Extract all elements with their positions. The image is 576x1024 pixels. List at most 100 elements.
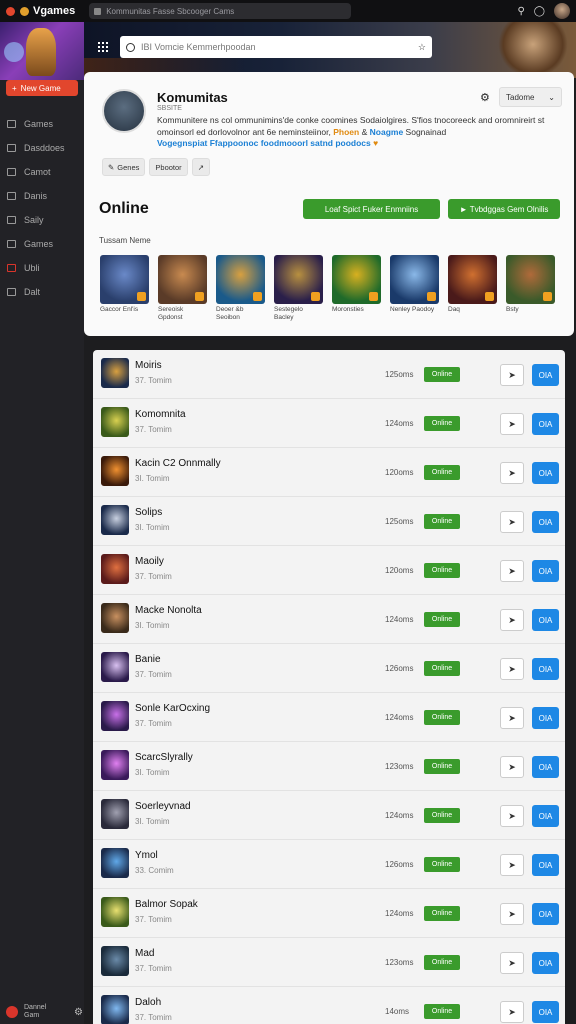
- sidebar-item-label: Ubli: [24, 263, 40, 273]
- desc-ampersand: &: [359, 127, 370, 137]
- featured-game-thumb[interactable]: Daq: [448, 255, 497, 322]
- status-badge: Online: [424, 563, 460, 578]
- search-icon[interactable]: ⚲: [517, 6, 524, 17]
- gear-icon[interactable]: ⚙: [480, 91, 490, 104]
- join-server-button[interactable]: OIA: [532, 903, 559, 925]
- chat-icon: ✎: [108, 162, 115, 172]
- server-row[interactable]: Ymol 33. Comim 126oms Online ➤ OIA: [93, 840, 565, 889]
- sidebar-item-camot[interactable]: Camot: [0, 160, 84, 184]
- featured-game-thumb[interactable]: Nenley Paodoy: [390, 255, 439, 322]
- sidebar-item-label: Camot: [24, 167, 51, 177]
- join-server-button[interactable]: OIA: [532, 658, 559, 680]
- new-game-button[interactable]: + New Game: [6, 80, 78, 96]
- featured-game-thumb[interactable]: Sereoisk Gpdonst: [158, 255, 207, 322]
- send-icon[interactable]: ➤: [500, 805, 524, 827]
- server-row[interactable]: ScarcSlyrally 3I. Tomim 123oms Online ➤ OIA: [93, 742, 565, 791]
- join-server-button[interactable]: OIA: [532, 511, 559, 533]
- featured-game-thumb[interactable]: Sestegelo Bacley: [274, 255, 323, 322]
- featured-game-thumb[interactable]: Deoer &b Seoibon: [216, 255, 265, 322]
- pbootor-button[interactable]: Pbootor: [149, 158, 188, 176]
- sidebar-item-ubli[interactable]: Ubli: [0, 256, 84, 280]
- server-subtitle: 3I. Tomim: [135, 621, 170, 630]
- server-row[interactable]: Kacin C2 Onnmally 3I. Tomim 120oms Online ➤ O…: [93, 448, 565, 497]
- join-server-button[interactable]: OIA: [532, 854, 559, 876]
- join-server-button[interactable]: OIA: [532, 1001, 559, 1023]
- join-server-button[interactable]: OIA: [532, 413, 559, 435]
- join-online-button[interactable]: Loaf Spict Fuker Enmniins: [303, 199, 440, 219]
- send-icon[interactable]: ➤: [500, 560, 524, 582]
- sidebar-item-dalt[interactable]: Dalt: [0, 280, 84, 304]
- search-icon: [126, 42, 135, 52]
- sidebar-item-danis[interactable]: Danis: [0, 184, 84, 208]
- server-row[interactable]: Soerleyvnad 3I. Tomim 124oms Online ➤ OIA: [93, 791, 565, 840]
- sidebar-item-dasddoes[interactable]: Dasddoes: [0, 136, 84, 160]
- sidebar-footer[interactable]: Dannel Gam ⚙: [6, 1004, 83, 1020]
- chat-icon: [7, 192, 16, 200]
- minimize-window-icon[interactable]: [20, 6, 29, 16]
- box-icon: [7, 168, 16, 176]
- send-icon[interactable]: ➤: [500, 413, 524, 435]
- join-server-button[interactable]: OIA: [532, 952, 559, 974]
- send-icon[interactable]: ➤: [500, 1001, 524, 1023]
- join-server-button[interactable]: OIA: [532, 756, 559, 778]
- server-ping: 120oms: [385, 468, 414, 477]
- online-heading: Online: [99, 200, 149, 217]
- join-server-button[interactable]: OIA: [532, 364, 559, 386]
- server-row[interactable]: Moiris 37. Tomim 125oms Online ➤ OIA: [93, 350, 565, 399]
- server-ping: 126oms: [385, 860, 414, 869]
- server-row[interactable]: Daloh 37. Tomim 14oms Online ➤ OIA: [93, 987, 565, 1024]
- send-icon[interactable]: ➤: [500, 903, 524, 925]
- server-row[interactable]: Solips 3I. Tomim 125oms Online ➤ OIA: [93, 497, 565, 546]
- server-icon: [101, 848, 129, 878]
- server-row[interactable]: Komomnita 37. Tomim 124oms Online ➤ OIA: [93, 399, 565, 448]
- sidebar-item-games[interactable]: Games: [0, 112, 84, 136]
- apps-grid-icon[interactable]: [98, 42, 108, 52]
- join-server-button[interactable]: OIA: [532, 805, 559, 827]
- game-badge-icon: [137, 292, 146, 301]
- server-row[interactable]: Maoily 37. Tomim 120oms Online ➤ OIA: [93, 546, 565, 595]
- sidebar-item-saily[interactable]: Saily: [0, 208, 84, 232]
- join-server-button[interactable]: OIA: [532, 707, 559, 729]
- server-icon: [101, 554, 129, 584]
- play-game-button[interactable]: ► Tvbdggas Gem Olnilis: [448, 199, 560, 219]
- address-bar[interactable]: Kommunitas Fasse Sbcooger Cams: [89, 3, 352, 19]
- join-server-button[interactable]: OIA: [532, 560, 559, 582]
- server-row[interactable]: Banie 37. Tomim 126oms Online ➤ OIA: [93, 644, 565, 693]
- send-icon[interactable]: ➤: [500, 756, 524, 778]
- community-description: Kommunitere ns col ommunimins'de conke c…: [157, 114, 557, 138]
- game-cover-image: [158, 255, 207, 304]
- send-icon[interactable]: ➤: [500, 658, 524, 680]
- gear-icon[interactable]: ⚙: [74, 1007, 83, 1018]
- send-icon[interactable]: ➤: [500, 952, 524, 974]
- sidebar-item-label: Games: [24, 119, 54, 129]
- pin-icon[interactable]: ☆: [418, 42, 426, 53]
- server-row[interactable]: Balmor Sopak 37. Tomim 124oms Online ➤ OIA: [93, 889, 565, 938]
- featured-game-thumb[interactable]: Moronsties: [332, 255, 381, 322]
- search-input[interactable]: IBI Vomcie Kemmerhpoodan: [141, 42, 418, 52]
- send-icon[interactable]: ➤: [500, 511, 524, 533]
- dropdown-label: Tadome: [506, 92, 535, 102]
- featured-game-thumb[interactable]: Bsty: [506, 255, 555, 322]
- join-server-button[interactable]: OIA: [532, 462, 559, 484]
- bell-icon[interactable]: ◯: [534, 6, 545, 17]
- send-icon[interactable]: ➤: [500, 364, 524, 386]
- server-row[interactable]: Mad 37. Tomim 123oms Online ➤ OIA: [93, 938, 565, 987]
- server-icon: [101, 407, 129, 437]
- address-text: Kommunitas Fasse Sbcooger Cams: [106, 6, 235, 16]
- share-button[interactable]: ↗: [191, 158, 210, 176]
- featured-game-thumb[interactable]: Gaccor Enl'is: [100, 255, 149, 322]
- server-row[interactable]: Macke Nonolta 3I. Tomim 124oms Online ➤ OIA: [93, 595, 565, 644]
- sidebar-item-games-2[interactable]: Games: [0, 232, 84, 256]
- send-icon[interactable]: ➤: [500, 609, 524, 631]
- send-icon[interactable]: ➤: [500, 462, 524, 484]
- close-window-icon[interactable]: [6, 6, 15, 16]
- send-icon[interactable]: ➤: [500, 854, 524, 876]
- search-bar[interactable]: IBI Vomcie Kemmerhpoodan ☆: [120, 36, 432, 58]
- community-dropdown[interactable]: Tadome ⌄: [499, 87, 562, 107]
- send-icon[interactable]: ➤: [500, 707, 524, 729]
- server-row[interactable]: Sonle KarOcxing 37. Tomim 124oms Online ➤ OIA: [93, 693, 565, 742]
- featured-label: Tussam Neme: [99, 236, 151, 245]
- avatar[interactable]: [554, 3, 570, 19]
- join-server-button[interactable]: OIA: [532, 609, 559, 631]
- genes-button[interactable]: ✎ Genes: [102, 158, 146, 176]
